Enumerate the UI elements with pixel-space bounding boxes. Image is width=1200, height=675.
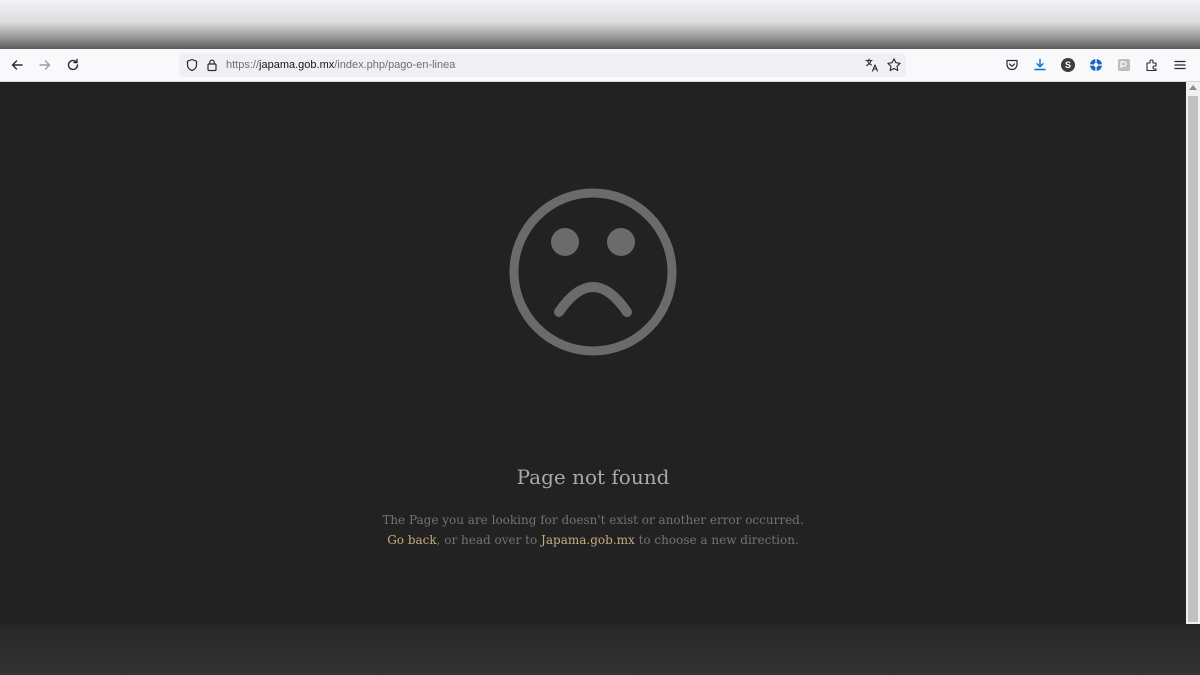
menu-button[interactable] xyxy=(1168,53,1192,77)
error-message-links-line: Go back, or head over to Japama.gob.mx t… xyxy=(0,530,1186,550)
extension-blue-button[interactable] xyxy=(1084,53,1108,77)
back-button[interactable] xyxy=(5,53,29,77)
extensions-button[interactable] xyxy=(1140,53,1164,77)
sad-face-icon xyxy=(509,188,677,356)
pocket-button[interactable] xyxy=(1000,53,1024,77)
url-scheme: https:// xyxy=(226,59,260,71)
blurred-window-top xyxy=(0,0,1200,49)
bookmark-star-icon[interactable] xyxy=(886,57,902,73)
url-path: /index.php/pago-en-linea xyxy=(334,59,456,71)
hamburger-menu-icon xyxy=(1174,60,1186,70)
blue-extension-icon xyxy=(1090,59,1102,71)
address-bar[interactable]: https://japama.gob.mx/index.php/pago-en-… xyxy=(179,53,906,77)
shield-icon[interactable] xyxy=(185,58,199,72)
url-host: japama.gob.mx xyxy=(259,59,335,71)
url-text[interactable]: https://japama.gob.mx/index.php/pago-en-… xyxy=(226,57,455,73)
error-message-line: The Page you are looking for doesn't exi… xyxy=(382,513,804,527)
home-site-link[interactable]: Japama.gob.mx xyxy=(541,533,635,547)
s-extension-icon: S xyxy=(1061,58,1075,72)
arrow-left-icon xyxy=(11,60,23,70)
go-back-link[interactable]: Go back xyxy=(387,533,436,547)
grey-extension-icon xyxy=(1118,59,1130,71)
blurred-window-bottom xyxy=(0,624,1200,675)
lock-icon[interactable] xyxy=(206,58,218,72)
page-title: Page not found xyxy=(516,465,670,489)
translate-icon[interactable] xyxy=(864,57,880,73)
vertical-scrollbar[interactable] xyxy=(1186,82,1200,624)
reload-button[interactable] xyxy=(61,53,85,77)
message-middle-text: , or head over to xyxy=(436,533,542,547)
forward-button[interactable] xyxy=(33,53,57,77)
puzzle-icon xyxy=(1146,59,1157,72)
error-message: The Page you are looking for doesn't exi… xyxy=(0,510,1186,550)
download-icon xyxy=(1034,58,1046,71)
reload-icon xyxy=(67,58,79,71)
arrow-right-icon xyxy=(39,60,51,70)
pocket-icon xyxy=(1006,59,1018,71)
message-end-text: to choose a new direction. xyxy=(634,533,799,547)
scrollbar-thumb[interactable] xyxy=(1188,96,1198,622)
browser-toolbar: https://japama.gob.mx/index.php/pago-en-… xyxy=(0,49,1200,82)
extension-grey-button[interactable] xyxy=(1112,53,1136,77)
downloads-button[interactable] xyxy=(1028,53,1052,77)
page-content: Page not found The Page you are looking … xyxy=(0,82,1186,624)
extension-s-button[interactable]: S xyxy=(1056,53,1080,77)
scroll-up-arrow-icon[interactable] xyxy=(1189,85,1197,90)
